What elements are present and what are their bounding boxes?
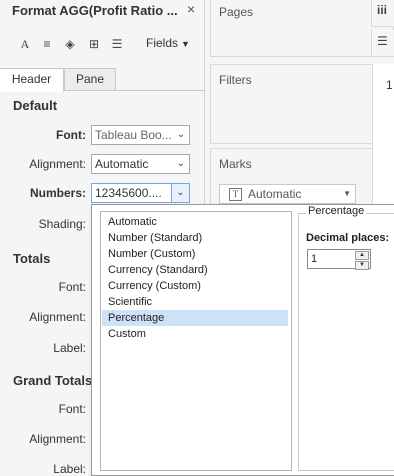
fields-dropdown-button[interactable]: Fields ▼	[146, 36, 190, 50]
close-icon[interactable]: ×	[187, 1, 195, 17]
shading-tab-icon[interactable]: ◈	[63, 37, 77, 51]
numbers-dropdown[interactable]: 12345600.... ⌄	[91, 183, 190, 203]
mark-type-value: Automatic	[248, 187, 302, 201]
numbers-label: Numbers:	[29, 186, 86, 200]
alignment-label: Alignment:	[29, 157, 86, 171]
chevron-down-icon: ⌄	[176, 129, 186, 140]
text-mark-icon: T	[229, 188, 242, 201]
chevron-down-icon: ▼	[181, 39, 190, 49]
fields-label: Fields	[146, 36, 179, 50]
pages-card[interactable]: Pages	[210, 0, 394, 57]
chevron-down-icon: ⌄	[176, 158, 186, 169]
number-format-popup: Automatic Number (Standard) Number (Cust…	[91, 204, 394, 476]
grand-totals-alignment-label: Alignment:	[29, 432, 86, 446]
rows-icon: ☰	[377, 34, 388, 48]
filters-title: Filters	[219, 73, 252, 87]
section-totals-title: Totals	[13, 251, 51, 266]
tab-header[interactable]: Header	[0, 68, 64, 92]
section-grand-totals-title: Grand Totals	[13, 373, 93, 388]
alignment-value: Automatic	[95, 157, 149, 171]
lines-tab-icon[interactable]: ☰	[110, 37, 124, 51]
format-option-percentage[interactable]: Percentage	[102, 310, 288, 326]
filters-card[interactable]: Filters	[210, 64, 394, 144]
stepper-down-icon[interactable]: ▼	[355, 261, 369, 270]
percentage-group-title: Percentage	[306, 205, 367, 217]
rows-shelf[interactable]: ☰	[371, 30, 394, 57]
format-option-scientific[interactable]: Scientific	[102, 294, 288, 310]
grand-totals-font-label: Font:	[58, 402, 86, 416]
alignment-tab-icon[interactable]: ≡	[40, 37, 54, 51]
totals-alignment-label: Alignment:	[29, 310, 86, 324]
numbers-value: 12345600....	[95, 186, 162, 200]
view-area[interactable]: 1	[372, 64, 394, 204]
tab-pane[interactable]: Pane	[64, 68, 116, 91]
columns-icon: iii	[377, 3, 388, 17]
totals-font-label: Font:	[58, 280, 86, 294]
font-tab-icon[interactable]: A	[18, 37, 32, 51]
chevron-down-icon: ⌄	[171, 184, 189, 202]
decimal-places-value: 1	[311, 253, 318, 265]
shading-label: Shading:	[38, 217, 86, 231]
font-dropdown[interactable]: Tableau Boo... ⌄	[91, 125, 190, 145]
font-label: Font:	[56, 128, 86, 142]
columns-shelf[interactable]: iii	[371, 0, 394, 27]
pane-title: Format AGG(Profit Ratio ...	[12, 3, 178, 18]
number-format-list: Automatic Number (Standard) Number (Cust…	[100, 211, 292, 471]
format-option-currency-custom[interactable]: Currency (Custom)	[102, 278, 288, 294]
font-value: Tableau Boo...	[95, 128, 172, 142]
chevron-down-icon: ▼	[343, 189, 351, 198]
borders-tab-icon[interactable]: ⊞	[87, 37, 101, 51]
decimal-places-stepper[interactable]: 1 ▲ ▼	[307, 249, 371, 270]
pages-title: Pages	[219, 5, 254, 19]
stepper-up-icon[interactable]: ▲	[355, 251, 369, 260]
mark-type-dropdown[interactable]: T Automatic ▼	[219, 184, 356, 204]
decimal-places-label: Decimal places:	[306, 232, 390, 244]
marks-title: Marks	[219, 157, 252, 171]
section-default-title: Default	[13, 98, 58, 113]
format-option-automatic[interactable]: Automatic	[102, 214, 288, 230]
alignment-dropdown[interactable]: Automatic ⌄	[91, 154, 190, 174]
format-option-number-standard[interactable]: Number (Standard)	[102, 230, 288, 246]
totals-label-label: Label:	[53, 341, 86, 355]
format-option-number-custom[interactable]: Number (Custom)	[102, 246, 288, 262]
tab-strip: Header Pane	[0, 68, 204, 92]
format-option-custom[interactable]: Custom	[102, 326, 288, 342]
format-option-currency-standard[interactable]: Currency (Standard)	[102, 262, 288, 278]
view-value: 1	[386, 78, 393, 92]
